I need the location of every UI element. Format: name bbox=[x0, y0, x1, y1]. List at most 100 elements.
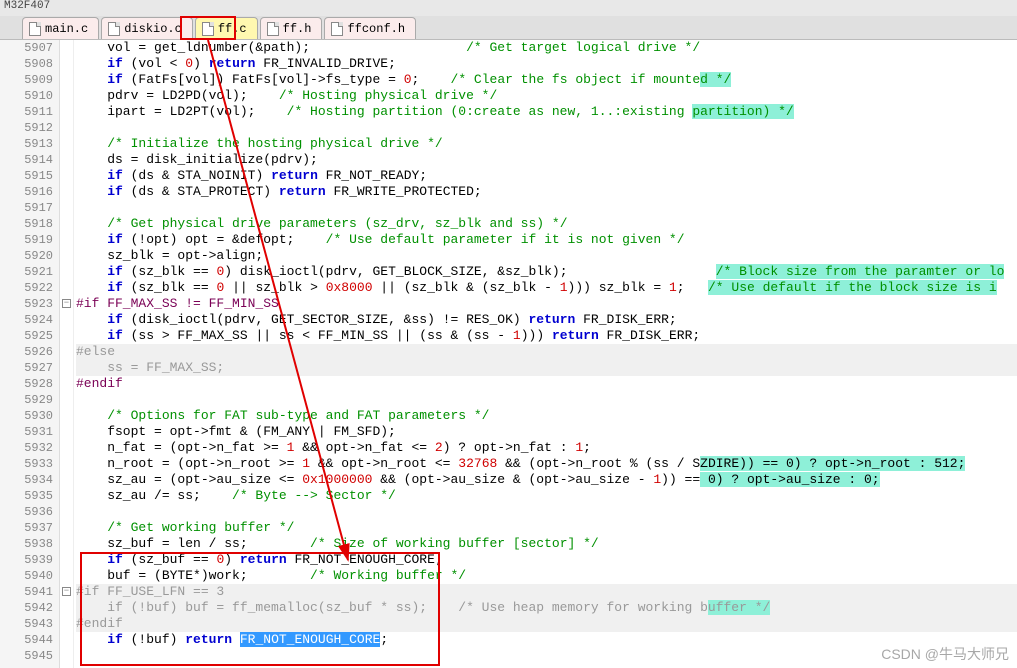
line-number: 5942 bbox=[0, 600, 53, 616]
fold-cell bbox=[60, 280, 73, 296]
line-number: 5916 bbox=[0, 184, 53, 200]
file-icon bbox=[202, 22, 214, 36]
code-line[interactable]: #else bbox=[74, 344, 1017, 360]
line-number: 5918 bbox=[0, 216, 53, 232]
tab-ff-h[interactable]: ff.h bbox=[260, 17, 323, 39]
code-line[interactable]: #if FF_MAX_SS != FF_MIN_SS bbox=[74, 296, 1017, 312]
code-line[interactable]: if (ds & STA_PROTECT) return FR_WRITE_PR… bbox=[74, 184, 1017, 200]
fold-cell bbox=[60, 344, 73, 360]
line-number: 5922 bbox=[0, 280, 53, 296]
code-line[interactable] bbox=[74, 648, 1017, 664]
code-line[interactable]: if (ds & STA_NOINIT) return FR_NOT_READY… bbox=[74, 168, 1017, 184]
line-number: 5933 bbox=[0, 456, 53, 472]
code-line[interactable]: /* Options for FAT sub-type and FAT para… bbox=[74, 408, 1017, 424]
fold-cell[interactable]: − bbox=[60, 584, 73, 600]
code-line[interactable]: #endif bbox=[74, 616, 1017, 632]
code-line[interactable] bbox=[74, 392, 1017, 408]
code-line[interactable]: if (sz_blk == 0) disk_ioctl(pdrv, GET_BL… bbox=[74, 264, 1017, 280]
code-line[interactable]: n_root = (opt->n_root >= 1 && opt->n_roo… bbox=[74, 456, 1017, 472]
code-line[interactable]: /* Get working buffer */ bbox=[74, 520, 1017, 536]
window-title: M32F407 bbox=[0, 0, 1017, 16]
code-line[interactable]: if (sz_blk == 0 || sz_blk > 0x8000 || (s… bbox=[74, 280, 1017, 296]
code-line[interactable]: if (disk_ioctl(pdrv, GET_SECTOR_SIZE, &s… bbox=[74, 312, 1017, 328]
tab-main-c[interactable]: main.c bbox=[22, 17, 99, 39]
code-line[interactable]: vol = get_ldnumber(&path); /* Get target… bbox=[74, 40, 1017, 56]
fold-toggle-icon[interactable]: − bbox=[62, 587, 71, 596]
line-number: 5934 bbox=[0, 472, 53, 488]
fold-cell bbox=[60, 40, 73, 56]
fold-cell bbox=[60, 56, 73, 72]
code-line[interactable]: if (sz_buf == 0) return FR_NOT_ENOUGH_CO… bbox=[74, 552, 1017, 568]
code-line[interactable] bbox=[74, 120, 1017, 136]
line-number: 5927 bbox=[0, 360, 53, 376]
fold-cell bbox=[60, 216, 73, 232]
file-icon bbox=[29, 22, 41, 36]
fold-cell bbox=[60, 168, 73, 184]
code-line[interactable]: if (vol < 0) return FR_INVALID_DRIVE; bbox=[74, 56, 1017, 72]
code-line[interactable]: if (FatFs[vol]) FatFs[vol]->fs_type = 0;… bbox=[74, 72, 1017, 88]
fold-cell bbox=[60, 504, 73, 520]
code-line[interactable] bbox=[74, 200, 1017, 216]
tab-label: ff.c bbox=[218, 22, 247, 36]
line-number: 5919 bbox=[0, 232, 53, 248]
fold-cell bbox=[60, 120, 73, 136]
line-number: 5931 bbox=[0, 424, 53, 440]
fold-cell bbox=[60, 568, 73, 584]
fold-cell bbox=[60, 536, 73, 552]
line-number: 5925 bbox=[0, 328, 53, 344]
tab-ffconf-h[interactable]: ffconf.h bbox=[324, 17, 416, 39]
fold-cell bbox=[60, 472, 73, 488]
code-line[interactable]: sz_buf = len / ss; /* Size of working bu… bbox=[74, 536, 1017, 552]
tab-diskio-c[interactable]: diskio.c bbox=[101, 17, 193, 39]
code-area[interactable]: vol = get_ldnumber(&path); /* Get target… bbox=[74, 40, 1017, 668]
line-number-gutter: 5907590859095910591159125913591459155916… bbox=[0, 40, 60, 668]
line-number: 5932 bbox=[0, 440, 53, 456]
fold-cell bbox=[60, 600, 73, 616]
fold-toggle-icon[interactable]: − bbox=[62, 299, 71, 308]
code-line[interactable]: if (!buf) return FR_NOT_ENOUGH_CORE; bbox=[74, 632, 1017, 648]
code-line[interactable]: /* Initialize the hosting physical drive… bbox=[74, 136, 1017, 152]
code-line[interactable]: if (!opt) opt = &defopt; /* Use default … bbox=[74, 232, 1017, 248]
code-line[interactable]: ss = FF_MAX_SS; bbox=[74, 360, 1017, 376]
fold-cell bbox=[60, 520, 73, 536]
code-line[interactable]: pdrv = LD2PD(vol); /* Hosting physical d… bbox=[74, 88, 1017, 104]
line-number: 5926 bbox=[0, 344, 53, 360]
fold-cell bbox=[60, 184, 73, 200]
tab-label: main.c bbox=[45, 22, 88, 36]
fold-cell[interactable]: − bbox=[60, 296, 73, 312]
code-line[interactable]: ipart = LD2PT(vol); /* Hosting partition… bbox=[74, 104, 1017, 120]
tab-bar: main.c diskio.c ff.c ff.hffconf.h bbox=[0, 16, 1017, 40]
tab-ff-c[interactable]: ff.c bbox=[195, 17, 258, 39]
line-number: 5928 bbox=[0, 376, 53, 392]
line-number: 5915 bbox=[0, 168, 53, 184]
code-line[interactable] bbox=[74, 504, 1017, 520]
line-number: 5936 bbox=[0, 504, 53, 520]
code-line[interactable]: sz_au = (opt->au_size <= 0x1000000 && (o… bbox=[74, 472, 1017, 488]
code-line[interactable]: n_fat = (opt->n_fat >= 1 && opt->n_fat <… bbox=[74, 440, 1017, 456]
fold-cell bbox=[60, 456, 73, 472]
fold-cell bbox=[60, 88, 73, 104]
line-number: 5921 bbox=[0, 264, 53, 280]
line-number: 5937 bbox=[0, 520, 53, 536]
line-number: 5907 bbox=[0, 40, 53, 56]
fold-cell bbox=[60, 392, 73, 408]
code-line[interactable]: ds = disk_initialize(pdrv); bbox=[74, 152, 1017, 168]
code-line[interactable]: buf = (BYTE*)work; /* Working buffer */ bbox=[74, 568, 1017, 584]
line-number: 5917 bbox=[0, 200, 53, 216]
line-number: 5914 bbox=[0, 152, 53, 168]
tab-left-scroll[interactable] bbox=[0, 17, 22, 39]
editor: 5907590859095910591159125913591459155916… bbox=[0, 40, 1017, 668]
fold-cell bbox=[60, 264, 73, 280]
fold-cell bbox=[60, 360, 73, 376]
code-line[interactable]: sz_au /= ss; /* Byte --> Sector */ bbox=[74, 488, 1017, 504]
code-line[interactable]: /* Get physical drive parameters (sz_drv… bbox=[74, 216, 1017, 232]
code-line[interactable]: #if FF_USE_LFN == 3 bbox=[74, 584, 1017, 600]
code-line[interactable]: #endif bbox=[74, 376, 1017, 392]
code-line[interactable]: if (ss > FF_MAX_SS || ss < FF_MIN_SS || … bbox=[74, 328, 1017, 344]
code-line[interactable]: fsopt = opt->fmt & (FM_ANY | FM_SFD); bbox=[74, 424, 1017, 440]
code-line[interactable]: if (!buf) buf = ff_memalloc(sz_buf * ss)… bbox=[74, 600, 1017, 616]
fold-cell bbox=[60, 616, 73, 632]
file-icon bbox=[331, 22, 343, 36]
code-line[interactable]: sz_blk = opt->align; bbox=[74, 248, 1017, 264]
fold-cell bbox=[60, 440, 73, 456]
